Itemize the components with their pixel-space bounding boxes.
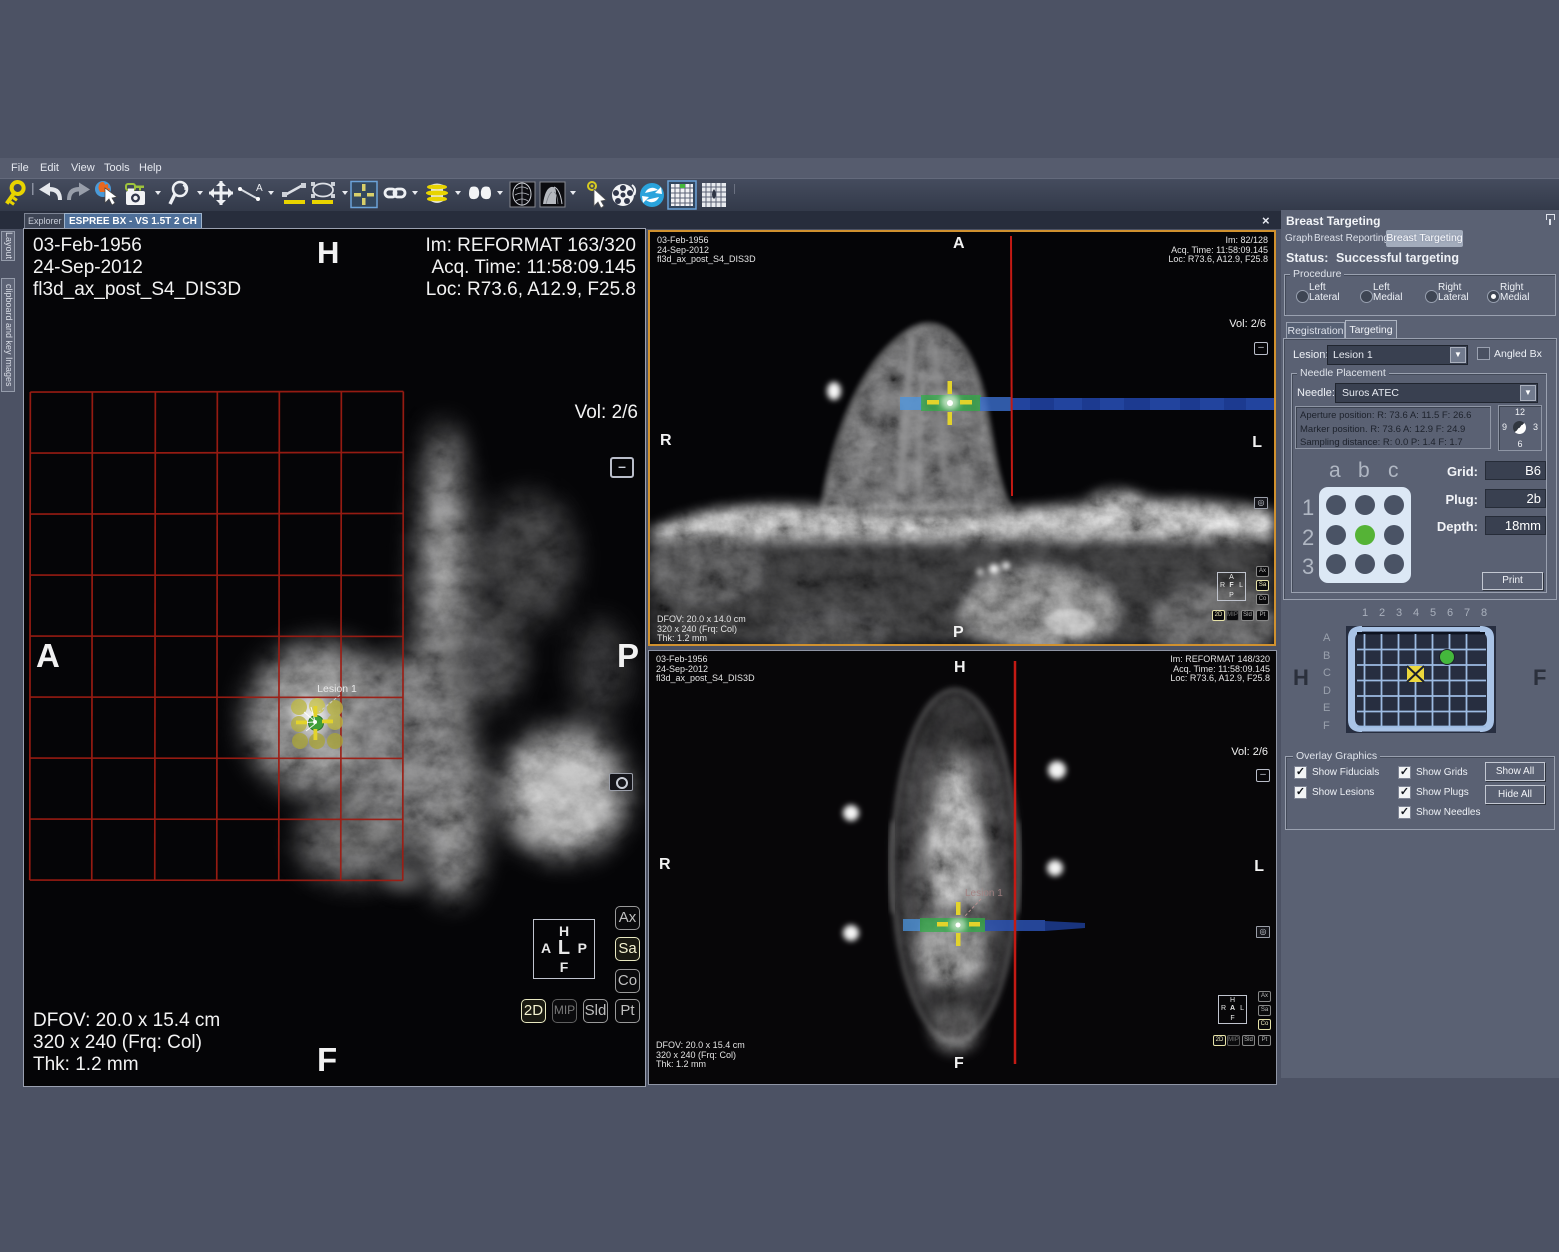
svg-text:A: A: [256, 183, 263, 194]
svg-text:Lesion 1: Lesion 1: [965, 888, 1003, 899]
svg-text:Lesion 1: Lesion 1: [317, 683, 357, 695]
